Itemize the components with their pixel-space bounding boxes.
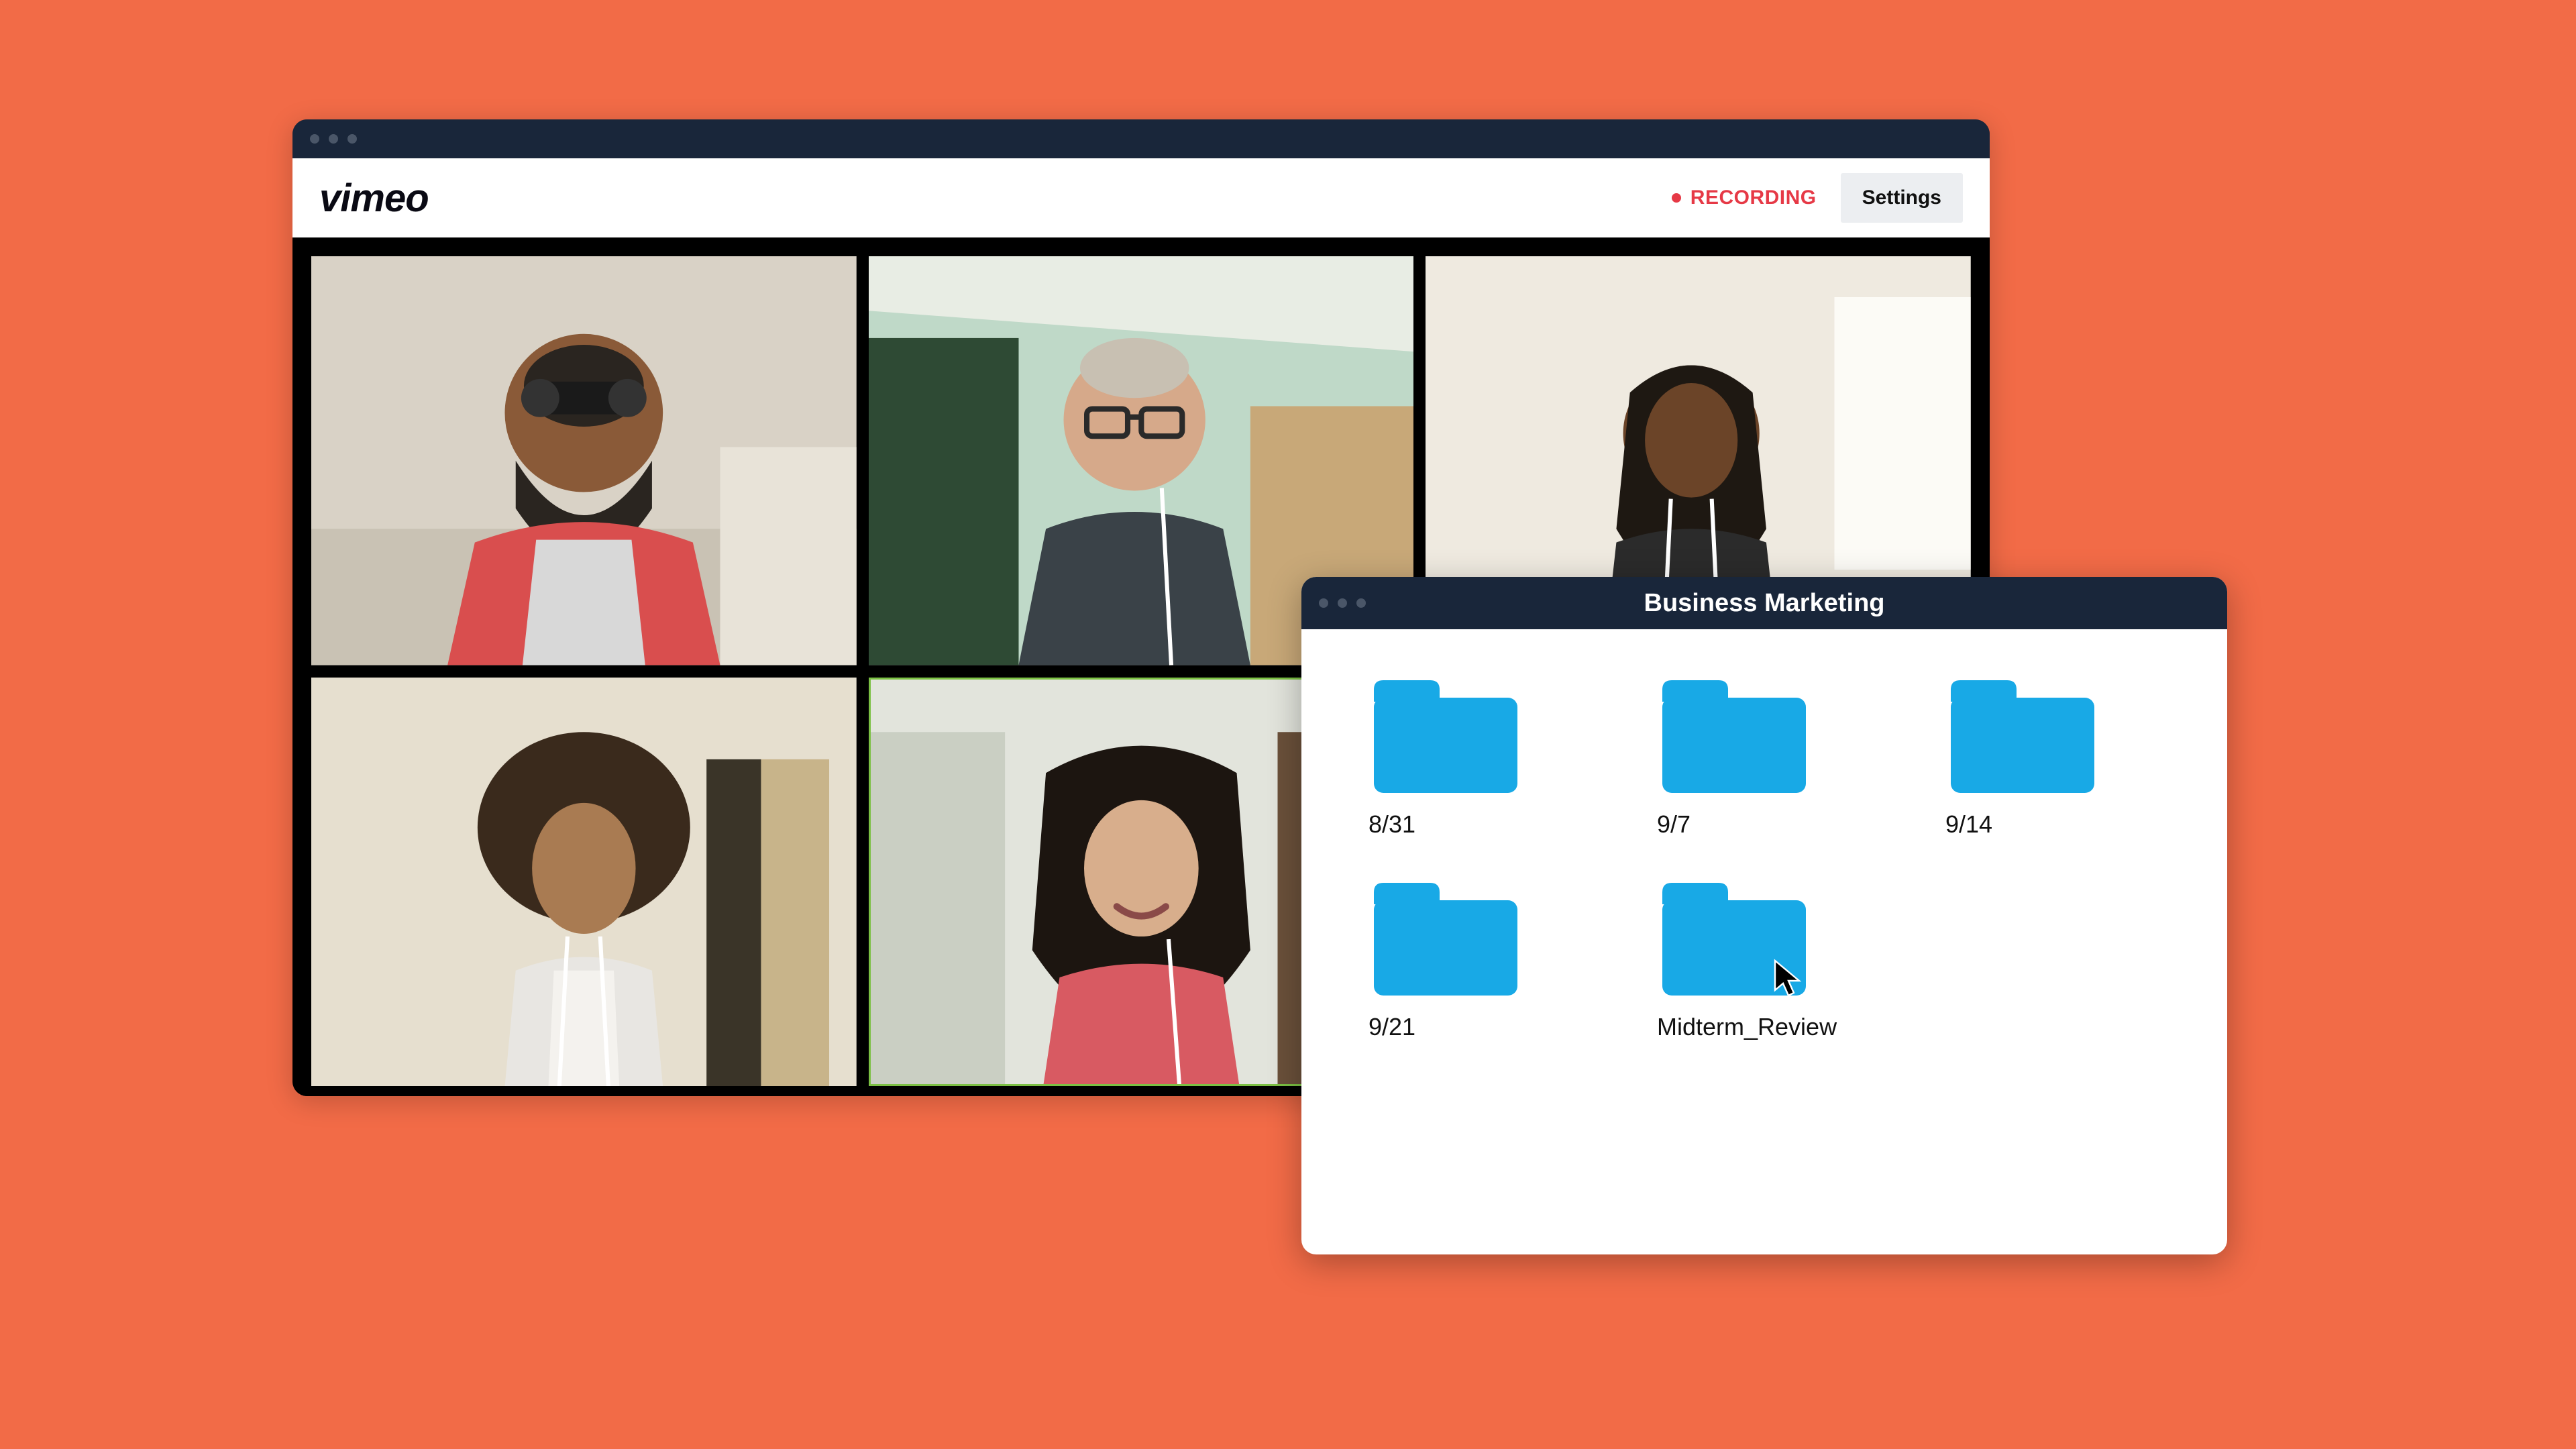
window-control-expand-icon[interactable]: [1356, 598, 1366, 608]
folder-label: Midterm_Review: [1657, 1013, 1837, 1041]
folder-grid: 8/31 9/7 9/14 9/21 Midterm_Review: [1301, 629, 2227, 1068]
recording-label: RECORDING: [1690, 186, 1817, 209]
window-control-minimize-icon[interactable]: [329, 134, 338, 144]
folder-icon: [1657, 676, 1811, 797]
folder-label: 9/21: [1368, 1013, 1415, 1041]
vimeo-logo: vimeo: [319, 176, 429, 221]
folder-window-titlebar: Business Marketing: [1301, 577, 2227, 629]
folder-icon: [1945, 676, 2100, 797]
window-titlebar: [292, 119, 1990, 158]
folder-icon: [1368, 676, 1523, 797]
folder-item[interactable]: 8/31: [1368, 676, 1523, 839]
folder-item[interactable]: 9/7: [1657, 676, 1811, 839]
window-control-close-icon[interactable]: [1319, 598, 1328, 608]
folder-icon: [1368, 879, 1523, 1000]
window-control-close-icon[interactable]: [310, 134, 319, 144]
folder-icon: [1657, 879, 1811, 1000]
folder-item[interactable]: 9/21: [1368, 879, 1523, 1041]
folder-label: 9/7: [1657, 810, 1690, 839]
live-label: LIVE: [334, 1095, 382, 1096]
app-header: vimeo RECORDING Settings: [292, 158, 1990, 237]
settings-button[interactable]: Settings: [1841, 173, 1963, 223]
live-badge: LIVE: [317, 1095, 382, 1096]
folder-browser-window: Business Marketing 8/31 9/7 9/14 9/21 Mi…: [1301, 577, 2227, 1254]
folder-item[interactable]: Midterm_Review: [1657, 879, 1837, 1041]
folder-item[interactable]: 9/14: [1945, 676, 2100, 839]
recording-indicator: RECORDING: [1672, 186, 1817, 209]
folder-label: 8/31: [1368, 810, 1415, 839]
participant-tile[interactable]: [311, 256, 857, 665]
folder-label: 9/14: [1945, 810, 1992, 839]
participant-tile[interactable]: [311, 678, 857, 1087]
recording-dot-icon: [1672, 193, 1681, 203]
window-control-minimize-icon[interactable]: [1338, 598, 1347, 608]
folder-window-title: Business Marketing: [1301, 589, 2227, 618]
window-control-expand-icon[interactable]: [347, 134, 357, 144]
